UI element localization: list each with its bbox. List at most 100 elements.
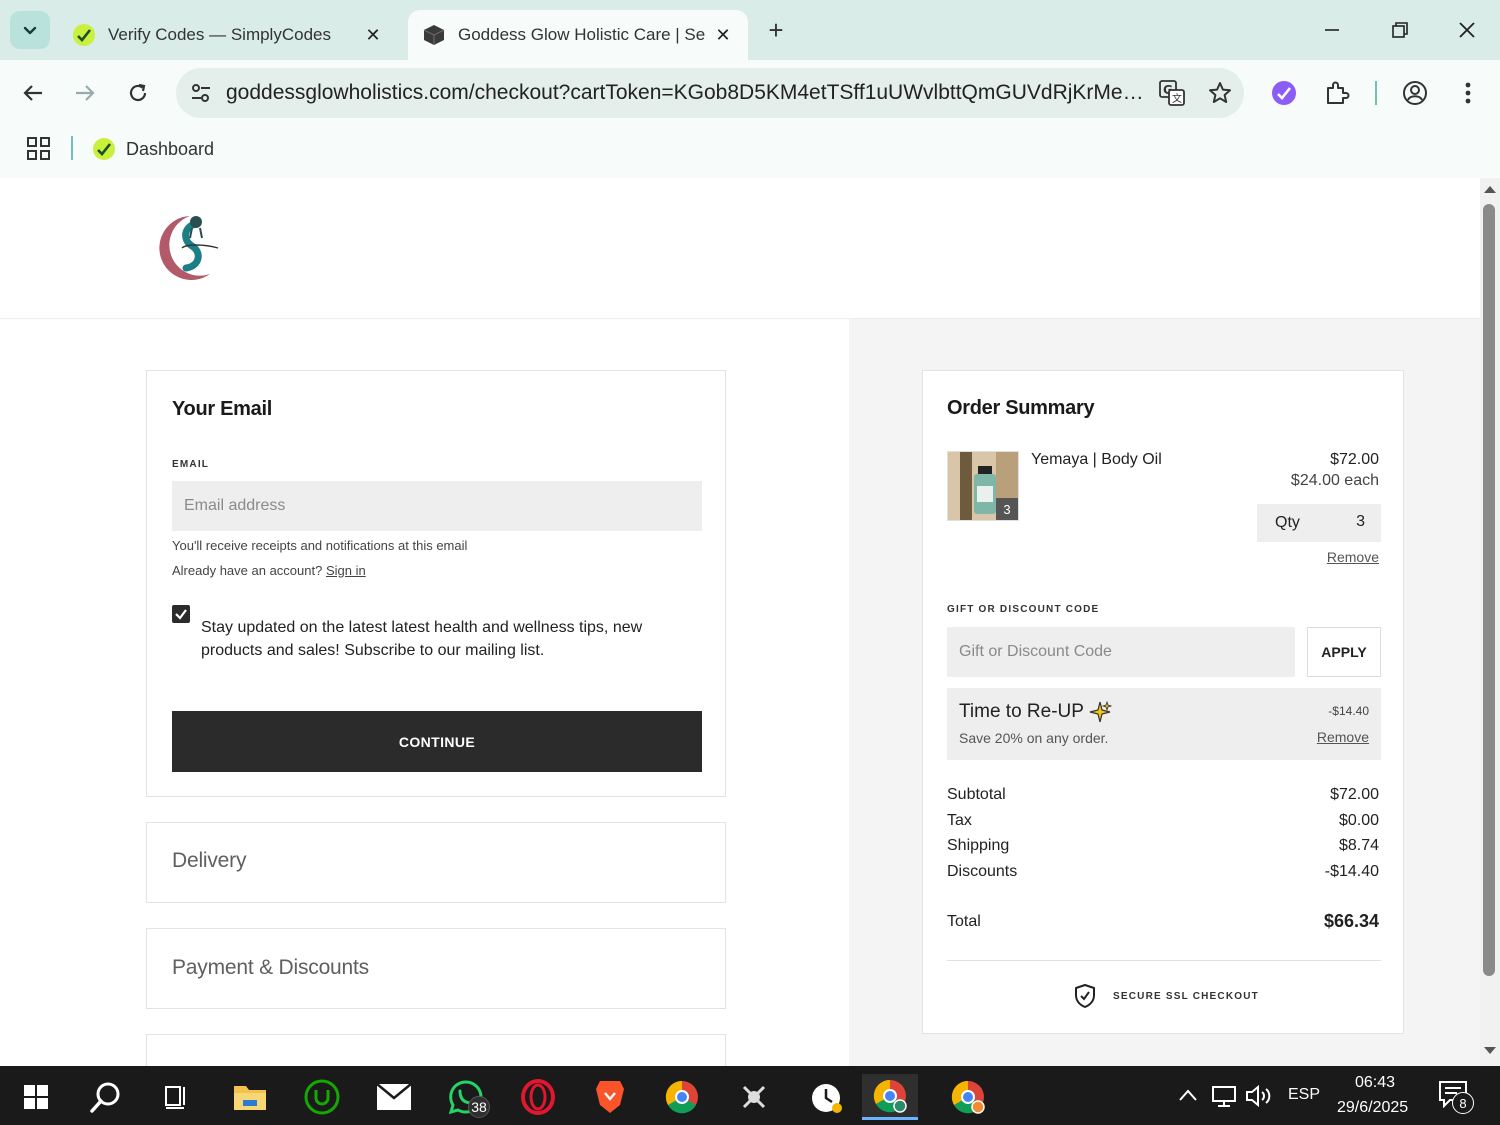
clock-app-button[interactable]: [798, 1074, 854, 1120]
search-button[interactable]: [78, 1074, 134, 1120]
tax-label: Tax: [947, 812, 972, 829]
mail-icon: [376, 1083, 412, 1110]
tab-search-button[interactable]: [10, 11, 50, 49]
volume-icon[interactable]: [1245, 1083, 1273, 1109]
extensions-button[interactable]: [1319, 75, 1355, 111]
start-button[interactable]: [8, 1074, 64, 1120]
secure-checkout-text: SECURE SSL CHECKOUT: [1113, 990, 1259, 1002]
new-tab-button[interactable]: +: [762, 16, 790, 44]
arrow-left-icon: [23, 85, 42, 101]
tab-verify-codes[interactable]: Verify Codes — SimplyCodes ✕: [58, 10, 398, 60]
subscribe-checkbox[interactable]: [172, 605, 190, 623]
close-tab-icon[interactable]: ✕: [362, 24, 384, 46]
back-button[interactable]: [15, 75, 51, 111]
product-thumbnail[interactable]: 3: [947, 451, 1019, 521]
order-summary: Order Summary 3 Yemaya | Body Oil $72.00…: [922, 370, 1404, 1034]
payment-step-title: Payment & Discounts: [172, 956, 369, 979]
delivery-step[interactable]: Delivery: [146, 822, 726, 903]
bookmarks-bar: Dashboard: [0, 126, 1500, 178]
promo-name: Time to Re-UP: [959, 701, 1084, 722]
translate-button[interactable]: G文: [1148, 68, 1196, 118]
task-view-button[interactable]: [148, 1074, 204, 1120]
arrow-right-icon: [76, 85, 95, 101]
discount-code-label: GIFT OR DISCOUNT CODE: [947, 604, 1100, 615]
discount-code-input[interactable]: [947, 627, 1295, 677]
bookmark-star-button[interactable]: [1196, 68, 1244, 118]
bookmark-label: Dashboard: [126, 138, 215, 159]
chrome-button[interactable]: [654, 1074, 710, 1120]
chrome-icon: [665, 1080, 698, 1114]
quantity-stepper[interactable]: Qty 3: [1257, 504, 1381, 542]
scroll-up-arrow-icon: [1484, 186, 1496, 193]
email-helper-text: You'll receive receipts and notification…: [172, 538, 468, 553]
applied-promo: Time to Re-UP Save 20% on any order. -$1…: [947, 688, 1381, 760]
upwork-button[interactable]: [294, 1074, 350, 1120]
opera-button[interactable]: [510, 1074, 566, 1120]
remove-item-link[interactable]: Remove: [1327, 549, 1379, 565]
network-icon[interactable]: [1211, 1083, 1237, 1109]
notification-center-button[interactable]: 8: [1438, 1080, 1474, 1114]
mail-button[interactable]: [366, 1074, 422, 1120]
desktop-app-button[interactable]: [726, 1074, 782, 1120]
goddess-glow-logo[interactable]: [152, 210, 228, 282]
whatsapp-badge: 38: [468, 1096, 490, 1118]
remove-promo-link[interactable]: Remove: [1317, 729, 1369, 745]
reload-button[interactable]: [120, 75, 156, 111]
toolbar-divider: [1375, 81, 1377, 105]
close-tab-icon[interactable]: ✕: [712, 24, 734, 46]
restore-button[interactable]: [1380, 14, 1420, 46]
profile-button[interactable]: [1397, 75, 1433, 111]
page-scrollbar[interactable]: [1480, 178, 1500, 1066]
reload-icon: [129, 83, 147, 102]
menu-button[interactable]: [1450, 75, 1486, 111]
summary-divider: [947, 960, 1381, 961]
simplycodes-favicon-icon: [93, 138, 115, 160]
chrome-profile-button[interactable]: [862, 1074, 918, 1120]
chrome-icon: [951, 1080, 985, 1114]
product-price: $72.00: [1330, 451, 1379, 468]
account-prompt: Already have an account? Sign in: [172, 563, 366, 578]
close-window-button[interactable]: [1447, 14, 1487, 46]
clock-date[interactable]: 29/6/2025: [1337, 1099, 1408, 1117]
account-prompt-text: Already have an account?: [172, 563, 323, 578]
address-bar[interactable]: goddessglowholistics.com/checkout?cartTo…: [176, 68, 1244, 118]
minimize-button[interactable]: [1312, 14, 1352, 46]
checkout-page: Your Email EMAIL You'll receive receipts…: [0, 178, 1480, 1066]
chrome-profile-2-button[interactable]: [940, 1074, 996, 1120]
subtotal-label: Subtotal: [947, 786, 1006, 803]
tab-goddess-glow[interactable]: Goddess Glow Holistic Care | Se ✕: [408, 10, 748, 60]
promo-amount: -$14.40: [1328, 704, 1369, 718]
bookmarks-divider: [71, 136, 73, 160]
url-text[interactable]: goddessglowholistics.com/checkout?cartTo…: [226, 81, 1148, 105]
task-view-icon: [165, 1086, 185, 1109]
subscribe-text: Stay updated on the latest latest health…: [201, 619, 643, 659]
browser-toolbar: goddessglowholistics.com/checkout?cartTo…: [0, 60, 1500, 126]
language-indicator[interactable]: ESP: [1288, 1086, 1320, 1104]
file-explorer-button[interactable]: [222, 1074, 278, 1120]
secure-checkout-badge: SECURE SSL CHECKOUT: [1073, 983, 1259, 1009]
site-info-button[interactable]: [176, 68, 226, 118]
continue-button[interactable]: CONTINUE: [172, 711, 702, 772]
apply-discount-button[interactable]: APPLY: [1307, 627, 1381, 677]
folder-icon: [234, 1086, 266, 1110]
whatsapp-button[interactable]: 38: [438, 1074, 494, 1120]
box-favicon-icon: [423, 25, 445, 45]
clock-time[interactable]: 06:43: [1355, 1074, 1395, 1092]
payment-step[interactable]: Payment & Discounts: [146, 928, 726, 1009]
email-input[interactable]: [172, 481, 702, 531]
browser-chrome: Verify Codes — SimplyCodes ✕ Goddess Glo…: [0, 0, 1500, 178]
bookmark-dashboard[interactable]: Dashboard: [92, 134, 214, 164]
search-icon: [90, 1082, 120, 1113]
promo-title: Time to Re-UP: [959, 700, 1112, 724]
brave-button[interactable]: [582, 1074, 638, 1120]
forward-button[interactable]: [67, 75, 103, 111]
apps-grid-icon[interactable]: [26, 136, 52, 162]
windows-taskbar: 38 ESP 06:43 29/6/2025 8: [0, 1066, 1500, 1125]
review-step[interactable]: [146, 1034, 726, 1066]
minimize-icon: [1325, 29, 1339, 31]
simplycodes-extension-button[interactable]: [1266, 75, 1302, 111]
shipping-value: $8.74: [1338, 837, 1379, 854]
scroll-thumb[interactable]: [1483, 204, 1495, 976]
sign-in-link[interactable]: Sign in: [326, 563, 366, 578]
chevron-up-icon[interactable]: [1178, 1088, 1198, 1102]
